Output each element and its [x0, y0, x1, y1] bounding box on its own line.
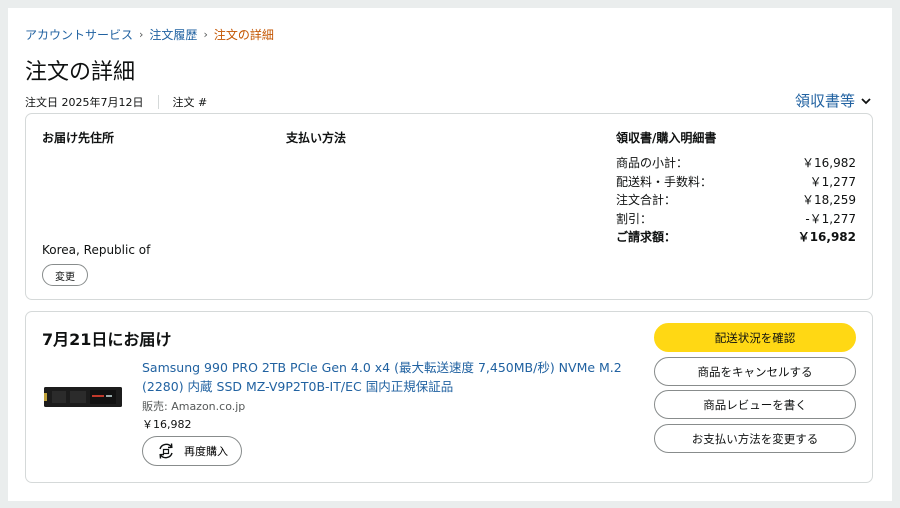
- shipping-address-heading: お届け先住所: [42, 131, 115, 145]
- order-date: 注文日 2025年7月12日: [25, 96, 144, 109]
- breadcrumb-order-history[interactable]: 注文履歴: [149, 26, 197, 43]
- breadcrumb-separator: ›: [139, 28, 144, 41]
- order-summary: 商品の小計： ￥16,982 配送料・手数料： ￥1,277 注文合計： ￥18…: [616, 154, 856, 247]
- product-title-link[interactable]: Samsung 990 PRO 2TB PCIe Gen 4.0 x4 (最大転…: [142, 358, 622, 396]
- breadcrumb-account-services[interactable]: アカウントサービス: [25, 26, 133, 43]
- order-number: 注文 #: [172, 96, 208, 109]
- shipping-country: Korea, Republic of: [42, 243, 151, 257]
- receipt-dropdown[interactable]: 領収書等: [795, 90, 872, 111]
- buy-again-button[interactable]: 再度購入: [142, 436, 242, 466]
- change-payment-button[interactable]: お支払い方法を変更する: [654, 424, 856, 453]
- summary-value: ￥1,277: [809, 174, 856, 189]
- summary-value: ￥16,982: [797, 230, 856, 244]
- order-details-page: アカウントサービス › 注文履歴 › 注文の詳細 注文の詳細 注文日 2025年…: [8, 8, 892, 501]
- summary-row-subtotal: 商品の小計： ￥16,982: [616, 154, 856, 173]
- order-meta: 注文日 2025年7月12日 注文 #: [25, 94, 207, 110]
- cancel-item-button[interactable]: 商品をキャンセルする: [654, 357, 856, 386]
- summary-value: ￥16,982: [802, 156, 856, 170]
- receipt-link-label: 領収書等: [794, 92, 855, 110]
- payment-method-heading: 支払い方法: [286, 131, 347, 145]
- product-price: ￥16,982: [142, 418, 192, 431]
- chevron-down-icon: [861, 97, 871, 104]
- seller: 販売: Amazon.co.jp: [142, 400, 246, 413]
- summary-label: 商品の小計：: [616, 156, 689, 170]
- summary-row-grand-total: ご請求額： ￥16,982: [616, 228, 856, 247]
- change-address-button[interactable]: 変更: [42, 264, 88, 286]
- summary-value: -￥1,277: [805, 211, 856, 226]
- meta-divider: [157, 95, 159, 109]
- summary-label: 割引：: [616, 211, 653, 226]
- product-image[interactable]: [44, 385, 122, 409]
- summary-label: ご請求額：: [616, 230, 677, 244]
- write-review-button[interactable]: 商品レビューを書く: [654, 390, 856, 419]
- summary-label: 配送料・手数料：: [616, 174, 713, 189]
- buy-again-label: 再度購入: [184, 446, 228, 458]
- page-title: 注文の詳細: [25, 60, 136, 85]
- track-package-button[interactable]: 配送状況を確認: [654, 323, 856, 352]
- repeat-purchase-icon: [159, 443, 173, 459]
- breadcrumb: アカウントサービス › 注文履歴 › 注文の詳細: [25, 26, 274, 43]
- summary-label: 注文合計：: [616, 193, 677, 207]
- breadcrumb-separator: ›: [203, 28, 208, 41]
- delivery-date-title: 7月21日にお届け: [42, 330, 172, 349]
- breadcrumb-current: 注文の詳細: [213, 28, 274, 42]
- summary-value: ￥18,259: [802, 193, 856, 207]
- summary-row-order-total: 注文合計： ￥18,259: [616, 191, 856, 210]
- order-info-box: お届け先住所 Korea, Republic of 変更 支払い方法 領収書/購…: [25, 113, 873, 300]
- summary-row-shipping: 配送料・手数料： ￥1,277: [616, 173, 856, 192]
- summary-row-discount: 割引： -￥1,277: [616, 210, 856, 229]
- receipt-heading: 領収書/購入明細書: [616, 131, 717, 145]
- delivery-box: 7月21日にお届け Samsung 990 PRO 2TB PCIe Gen 4…: [25, 311, 873, 483]
